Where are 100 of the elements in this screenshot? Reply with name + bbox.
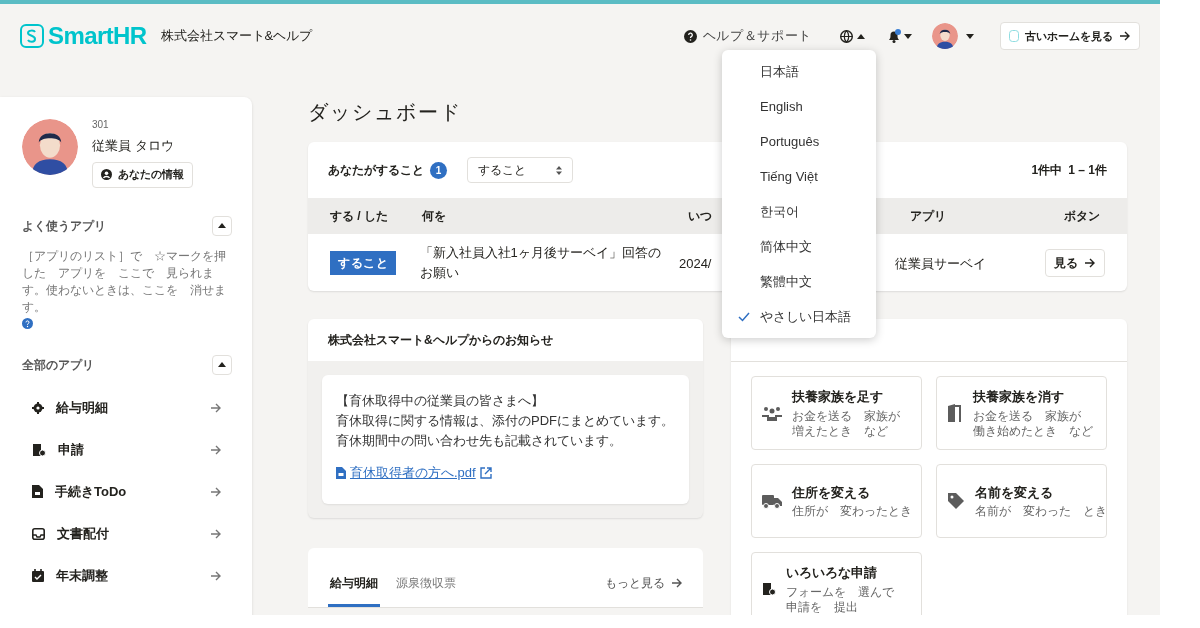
help-icon xyxy=(22,317,33,329)
language-option[interactable]: 한국어 xyxy=(722,194,876,229)
pdf-link[interactable]: 育休取得者の方へ.pdf xyxy=(336,463,492,483)
arrow-right-icon xyxy=(1119,31,1131,41)
account-button[interactable] xyxy=(932,23,974,49)
people-icon xyxy=(762,405,782,421)
door-icon xyxy=(947,404,963,422)
tab[interactable]: 源泉徴収票 xyxy=(394,562,458,607)
caret-down-icon xyxy=(966,33,974,39)
request-tile[interactable]: 扶養家族を足す お金を送る 家族が 増えたとき など xyxy=(751,376,922,450)
form-icon xyxy=(32,442,46,457)
tile-title: 扶養家族を消す xyxy=(973,388,1065,407)
language-option[interactable]: 日本語 xyxy=(722,54,876,89)
view-button[interactable]: 見る xyxy=(1045,248,1105,277)
column-header: する / した xyxy=(330,209,388,223)
app-link[interactable]: 申請 xyxy=(22,428,232,471)
user-icon xyxy=(101,169,112,180)
column-header: アプリ xyxy=(910,209,946,223)
result-range: 1 – 1件 xyxy=(1068,162,1107,179)
column-header: ボタン xyxy=(1064,209,1100,223)
caret-up-icon xyxy=(218,223,226,228)
language-option[interactable]: やさしい日本語 xyxy=(722,299,876,334)
gear-icon xyxy=(32,401,44,414)
employee-name: 従業員 タロウ xyxy=(92,137,175,155)
avatar xyxy=(22,119,78,175)
column-header: いつ xyxy=(688,209,712,223)
language-option[interactable]: 繁體中文 xyxy=(722,264,876,299)
app-link[interactable]: 手続きToDo xyxy=(22,470,232,513)
notification-button[interactable] xyxy=(887,29,912,43)
language-button[interactable] xyxy=(840,29,865,43)
tag-icon xyxy=(947,492,965,510)
tab[interactable]: 給与明細 xyxy=(328,562,380,607)
section-title: よく使うアプリ xyxy=(22,217,106,235)
request-tile[interactable]: 住所を変える 住所が 変わったとき xyxy=(751,464,922,538)
arrow-right-icon xyxy=(210,570,222,581)
status-tag: すること xyxy=(330,251,397,275)
calendar-icon xyxy=(32,569,44,582)
language-option[interactable]: English xyxy=(722,89,876,124)
tile-description: 名前が 変わった とき xyxy=(975,504,1107,520)
notice-text: 育休取得に関する情報は、添付のPDFにまとめています。 xyxy=(336,412,675,430)
profile-button[interactable]: あなたの情報 xyxy=(92,161,193,188)
arrow-right-icon xyxy=(210,528,222,539)
arrow-right-icon xyxy=(210,402,222,413)
tile-description: お金を送る 家族が 増えたとき など xyxy=(792,408,900,439)
old-home-button[interactable]: 古いホームを見る xyxy=(1000,22,1140,50)
arrow-right-icon xyxy=(210,444,222,455)
company-name: 株式会社スマート&ヘルプ xyxy=(160,27,313,46)
caret-up-icon xyxy=(218,362,226,367)
notice-text: 育休期間中の問い合わせ先も記載されています。 xyxy=(336,432,623,450)
column-header: 何を xyxy=(422,209,446,223)
tile-title: いろいろな申請 xyxy=(786,564,878,583)
notice-text: 【育休取得中の従業員の皆さまへ】 xyxy=(336,392,545,410)
arrow-right-icon xyxy=(671,578,683,589)
section-title: 全部のアプリ xyxy=(22,356,94,374)
collapse-button[interactable] xyxy=(212,215,232,236)
tile-title: 扶養家族を足す xyxy=(792,388,884,407)
request-tile[interactable]: 名前を変える 名前が 変わった とき xyxy=(936,464,1107,538)
table-cell: 2024/ xyxy=(678,255,712,271)
language-option[interactable]: Português xyxy=(722,124,876,159)
more-link[interactable]: もっと見る xyxy=(605,562,683,607)
form-icon xyxy=(762,582,776,596)
file-icon xyxy=(32,485,43,498)
employee-number: 301 xyxy=(92,118,110,132)
request-tile[interactable]: いろいろな申請 フォームを 選んで 申請を 提出 xyxy=(751,552,922,615)
caret-down-icon xyxy=(904,33,912,39)
app-link[interactable]: 給与明細 xyxy=(22,386,232,429)
logo-icon xyxy=(20,24,44,48)
app-link[interactable]: 文書配付 xyxy=(22,512,232,555)
arrow-right-icon xyxy=(1084,257,1096,268)
app-link[interactable]: 年末調整 xyxy=(22,554,232,597)
sort-icon xyxy=(556,165,562,175)
logo-text: SmartHR xyxy=(48,21,147,51)
logo-icon xyxy=(1009,30,1019,42)
filter-select[interactable]: すること xyxy=(467,157,573,183)
help-icon xyxy=(683,29,697,43)
count-badge: 1 xyxy=(430,161,447,179)
tile-title: 住所を変える xyxy=(792,483,871,502)
inbox-icon xyxy=(32,527,45,540)
language-option[interactable]: Tiếng Việt xyxy=(722,159,876,194)
collapse-button[interactable] xyxy=(212,354,232,375)
external-link-icon xyxy=(479,466,492,479)
card-title: 株式会社スマート&ヘルプからのお知らせ xyxy=(328,332,553,349)
favorites-description: ［アプリのリスト］で ☆マークを押した アプリを ここで 見られます。使わないときは、ここを 消せます。 xyxy=(22,247,227,316)
caret-up-icon xyxy=(857,33,865,39)
avatar xyxy=(932,23,958,49)
page-title: ダッシュボード xyxy=(308,100,462,125)
tile-title: 名前を変える xyxy=(975,483,1054,502)
table-cell-text: 「新入社員入社1ヶ月後サーベイ」回答のお願い xyxy=(419,243,662,282)
result-count: 1件中 xyxy=(1031,162,1063,179)
request-tile[interactable]: 扶養家族を消す お金を送る 家族が 働き始めたとき など xyxy=(936,376,1107,450)
table-cell: 従業員サーベイ xyxy=(895,255,987,271)
help-link[interactable]: ヘルプ＆サポート xyxy=(683,26,812,46)
tile-description: お金を送る 家族が 働き始めたとき など xyxy=(973,408,1093,439)
tile-description: 住所が 変わったとき xyxy=(792,504,912,520)
tile-description: フォームを 選んで 申請を 提出 xyxy=(786,584,894,615)
language-option[interactable]: 简体中文 xyxy=(722,229,876,264)
file-icon xyxy=(336,466,346,479)
card-title: あなたがすること xyxy=(328,162,424,179)
globe-icon xyxy=(840,29,853,43)
truck-icon xyxy=(762,493,782,509)
